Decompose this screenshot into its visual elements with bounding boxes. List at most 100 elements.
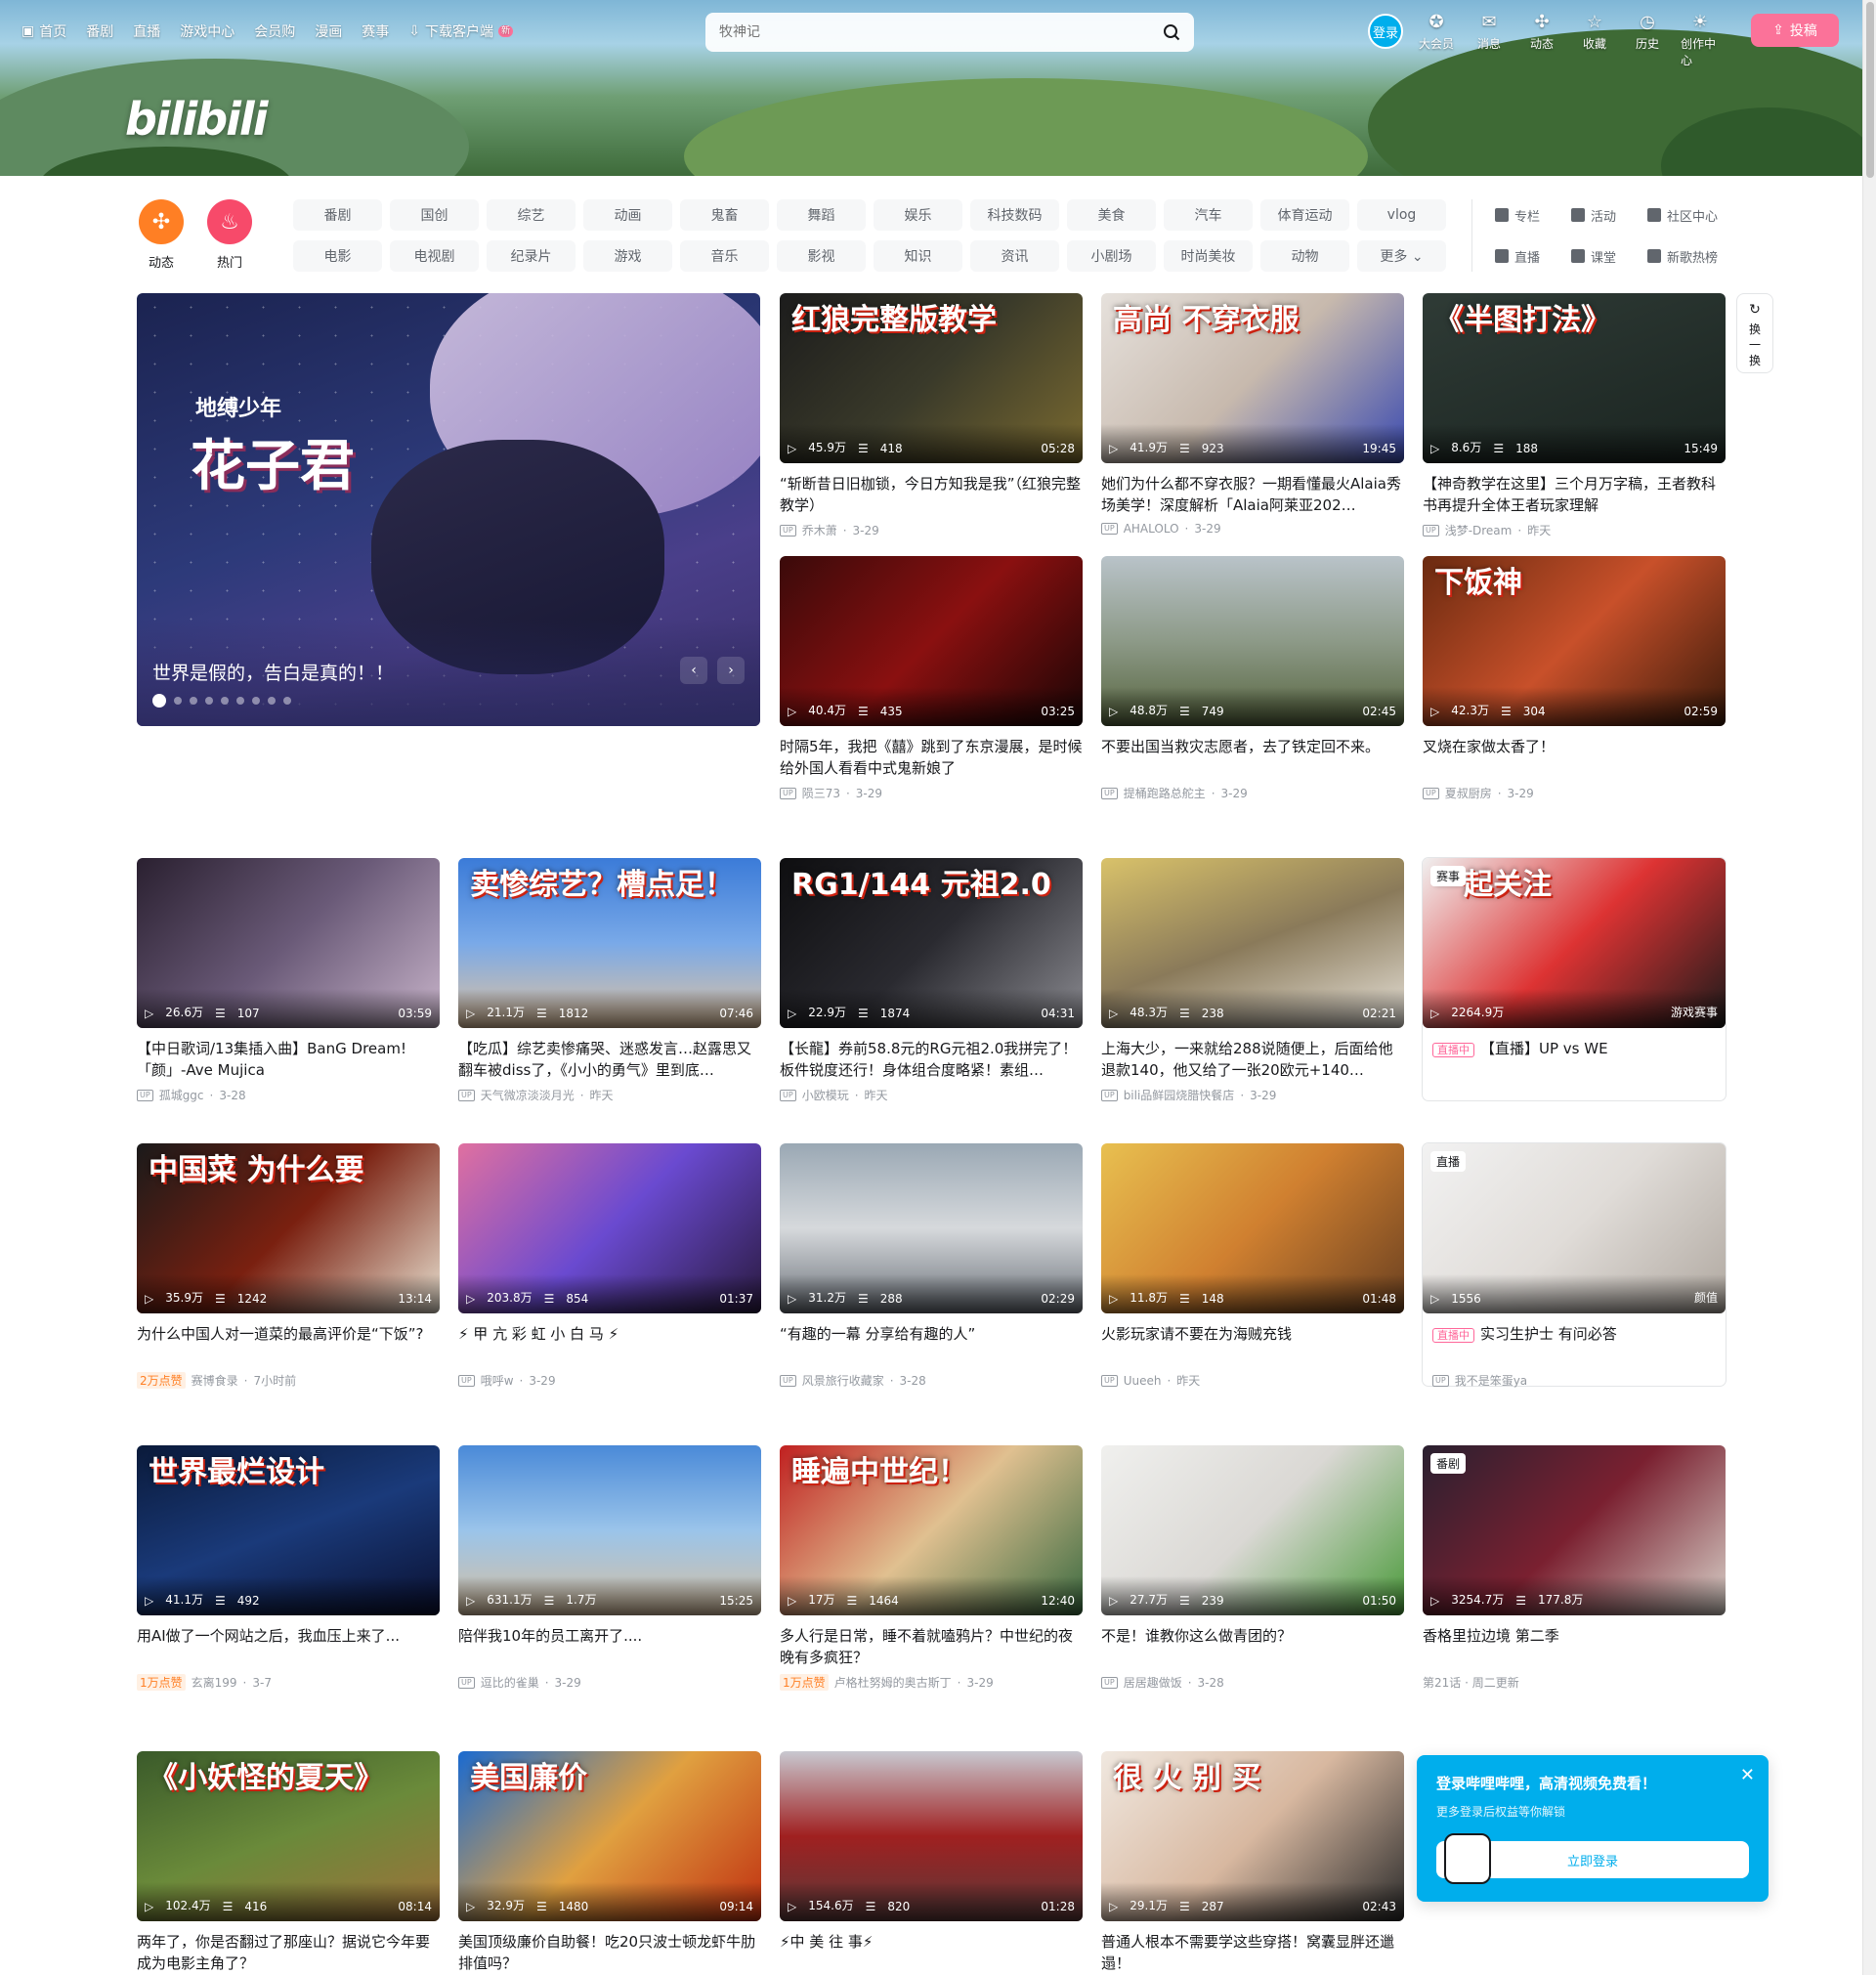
- bilibili-logo[interactable]: bilibili: [125, 93, 268, 146]
- video-thumbnail[interactable]: ▷ 48.8万 ☰ 749 02:45: [1101, 556, 1404, 726]
- category-chip[interactable]: 动画: [583, 199, 672, 231]
- category-chip[interactable]: 小剧场: [1067, 240, 1156, 272]
- video-title[interactable]: 陪伴我10年的员工离开了....: [458, 1625, 761, 1668]
- video-title[interactable]: “斩断昔日旧枷锁，今日方知我是我”（红狼完整教学）: [780, 473, 1083, 516]
- nav-mail[interactable]: ✉ 消息: [1470, 12, 1509, 68]
- nav-item[interactable]: 游戏中心: [180, 21, 234, 41]
- category-chip[interactable]: 音乐: [680, 240, 769, 272]
- video-author[interactable]: 玄离199: [192, 1674, 237, 1691]
- video-card[interactable]: ▷ 26.6万 ☰ 107 03:59 【中日歌词/13集插入曲】BanG Dream…: [137, 858, 440, 1103]
- video-title[interactable]: 时隔5年，我把《囍》跳到了东京漫展，是时候给外国人看看中式鬼新娘了: [780, 736, 1083, 779]
- search-bar[interactable]: [705, 13, 1194, 52]
- scrollbar-thumb[interactable]: [1866, 2, 1874, 178]
- category-chip[interactable]: 美食: [1067, 199, 1156, 231]
- video-card[interactable]: 美国廉价 ▷ 32.9万 ☰ 1480 09:14 美国顶级廉价自助餐！吃20只波士顿龙…: [458, 1751, 761, 1974]
- category-chip[interactable]: 游戏: [583, 240, 672, 272]
- carousel-dot[interactable]: [221, 697, 229, 705]
- video-author[interactable]: 浅梦-Dream: [1445, 522, 1513, 538]
- video-author[interactable]: 卢格杜努姆的奥古斯丁: [834, 1674, 952, 1691]
- video-author[interactable]: 风景旅行收藏家: [802, 1372, 884, 1389]
- carousel-dot[interactable]: [252, 697, 260, 705]
- nav-bulb[interactable]: ☀ 创作中心: [1681, 12, 1720, 68]
- category-chip[interactable]: 电影: [293, 240, 382, 272]
- nav-clock[interactable]: ◷ 历史: [1628, 12, 1667, 68]
- video-thumbnail[interactable]: 红狼完整版教学 ▷ 45.9万 ☰ 418 05:28: [780, 293, 1083, 463]
- right-link[interactable]: 课堂: [1571, 240, 1647, 272]
- video-thumbnail[interactable]: 《半图打法》 ▷ 8.6万 ☰ 188 15:49: [1423, 293, 1726, 463]
- video-author[interactable]: 赛博食录: [192, 1372, 238, 1389]
- video-card[interactable]: 番剧 ▷ 3254.7万 ☰ 177.8万 香格里拉边境 第二季 第21话 · 周二更新: [1423, 1445, 1726, 1691]
- category-chip[interactable]: 资讯: [970, 240, 1059, 272]
- video-title[interactable]: 两年了，你是否翻过了那座山？据说它今年要成为电影主角了？: [137, 1931, 440, 1974]
- video-thumbnail[interactable]: 高尚 不穿衣服 ▷ 41.9万 ☰ 923 19:45: [1101, 293, 1404, 463]
- search-icon[interactable]: [1163, 23, 1180, 41]
- video-title[interactable]: 美国顶级廉价自助餐！吃20只波士顿龙虾牛肋排值吗？: [458, 1931, 761, 1974]
- category-chip[interactable]: 电视剧: [390, 240, 479, 272]
- carousel-dot[interactable]: [283, 697, 291, 705]
- search-input[interactable]: [719, 24, 1163, 40]
- video-title[interactable]: 她们为什么都不穿衣服？一期看懂最火Alaia秀场美学！深度解析「Alaia阿莱亚…: [1101, 473, 1404, 516]
- carousel-caption[interactable]: 世界是假的，告白是真的！！: [152, 659, 394, 685]
- shortcut-flame[interactable]: ♨ 热门: [205, 199, 254, 271]
- video-thumbnail[interactable]: 一起关注 赛事 ▷ 2264.9万 游戏赛事: [1423, 858, 1726, 1028]
- video-title[interactable]: “有趣的一幕 分享给有趣的人”: [780, 1323, 1083, 1366]
- right-link[interactable]: 新歌热榜: [1647, 240, 1724, 272]
- right-link[interactable]: 社区中心: [1647, 199, 1724, 231]
- video-author[interactable]: 逗比的雀巢: [481, 1674, 539, 1691]
- category-chip[interactable]: 舞蹈: [777, 199, 866, 231]
- video-title[interactable]: 叉烧在家做太香了！: [1423, 736, 1726, 779]
- category-chip[interactable]: 知识: [874, 240, 962, 272]
- video-title[interactable]: ⚡ 甲 亢 彩 虹 小 白 马 ⚡: [458, 1323, 761, 1366]
- video-card[interactable]: ▷ 27.7万 ☰ 239 01:50 不是！谁教你这么做青团的？ UP 居居趣做饭 · 3-…: [1101, 1445, 1404, 1691]
- video-author[interactable]: 天气微凉淡淡月光: [481, 1087, 575, 1103]
- video-title[interactable]: 火影玩家请不要在为海贼充钱: [1101, 1323, 1404, 1366]
- video-title[interactable]: 不要出国当救灾志愿者，去了铁定回不来。: [1101, 736, 1404, 779]
- category-chip[interactable]: 纪录片: [487, 240, 576, 272]
- login-avatar[interactable]: 登录: [1368, 14, 1403, 49]
- video-title[interactable]: 直播中 【直播】UP vs WE: [1423, 1038, 1726, 1081]
- category-chip[interactable]: 娱乐: [874, 199, 962, 231]
- close-icon[interactable]: ✕: [1740, 1765, 1755, 1785]
- category-chip[interactable]: vlog: [1357, 199, 1446, 231]
- carousel-dot[interactable]: [236, 697, 244, 705]
- category-chip[interactable]: 国创: [390, 199, 479, 231]
- video-thumbnail[interactable]: 下饭神 ▷ 42.3万 ☰ 304 02:59: [1423, 556, 1726, 726]
- carousel-dot[interactable]: [205, 697, 213, 705]
- video-author[interactable]: 我不是笨蛋ya: [1455, 1372, 1527, 1389]
- nav-item[interactable]: 会员购: [254, 21, 295, 41]
- video-card[interactable]: ▷ 154.6万 ☰ 820 01:28 ⚡中 美 往 事⚡: [780, 1751, 1083, 1974]
- video-card[interactable]: 高尚 不穿衣服 ▷ 41.9万 ☰ 923 19:45 她们为什么都不穿衣服？一期看懂最…: [1101, 293, 1404, 536]
- carousel-next-button[interactable]: ›: [717, 657, 745, 684]
- video-thumbnail[interactable]: ▷ 11.8万 ☰ 148 01:48: [1101, 1143, 1404, 1313]
- video-thumbnail[interactable]: ▷ 203.8万 ☰ 854 01:37: [458, 1143, 761, 1313]
- video-author[interactable]: 小欧模玩: [802, 1087, 849, 1103]
- video-author[interactable]: bili品鲜园烧腊快餐店: [1124, 1087, 1235, 1103]
- video-title[interactable]: 【吃瓜】综艺卖惨痛哭、迷惑发言…赵露思又翻车被diss了，《小小的勇气》里到底…: [458, 1038, 761, 1081]
- nav-star[interactable]: ☆ 收藏: [1575, 12, 1614, 68]
- category-chip[interactable]: 科技数码: [970, 199, 1059, 231]
- video-thumbnail[interactable]: 直播 ▷ 1556 颜值: [1423, 1143, 1726, 1313]
- video-author[interactable]: 哦呼w: [481, 1372, 514, 1389]
- right-link[interactable]: 直播: [1495, 240, 1571, 272]
- carousel-dot[interactable]: [190, 697, 197, 705]
- video-card[interactable]: ▷ 203.8万 ☰ 854 01:37 ⚡ 甲 亢 彩 虹 小 白 马 ⚡ UP 哦呼w…: [458, 1143, 761, 1389]
- right-link[interactable]: 活动: [1571, 199, 1647, 231]
- video-card[interactable]: ▷ 631.1万 ☰ 1.7万 15:25 陪伴我10年的员工离开了.... UP 逗比的…: [458, 1445, 761, 1691]
- category-chip[interactable]: 时尚美妆: [1164, 240, 1253, 272]
- nav-item[interactable]: 赛事: [362, 21, 389, 41]
- video-title[interactable]: ⚡中 美 往 事⚡: [780, 1931, 1083, 1974]
- carousel-dot[interactable]: [174, 697, 182, 705]
- nav-vip[interactable]: ✪ 大会员: [1417, 12, 1456, 68]
- video-thumbnail[interactable]: 世界最烂设计 ▷ 41.1万 ☰ 492: [137, 1445, 440, 1615]
- category-chip[interactable]: 鬼畜: [680, 199, 769, 231]
- video-card[interactable]: 红狼完整版教学 ▷ 45.9万 ☰ 418 05:28 “斩断昔日旧枷锁，今日方知我是我…: [780, 293, 1083, 538]
- carousel-prev-button[interactable]: ‹: [680, 657, 707, 684]
- video-title[interactable]: 用AI做了一个网站之后，我血压上来了...: [137, 1625, 440, 1668]
- video-thumbnail[interactable]: 《小妖怪的夏天》 ▷ 102.4万 ☰ 416 08:14: [137, 1751, 440, 1921]
- refresh-button[interactable]: ↻ 换一换: [1736, 293, 1773, 373]
- carousel-dot[interactable]: [268, 697, 276, 705]
- video-thumbnail[interactable]: ▷ 27.7万 ☰ 239 01:50: [1101, 1445, 1404, 1615]
- carousel-dot[interactable]: [152, 694, 166, 708]
- nav-item[interactable]: ▣ 首页: [21, 21, 66, 41]
- nav-windmill[interactable]: ✣ 动态: [1522, 12, 1561, 68]
